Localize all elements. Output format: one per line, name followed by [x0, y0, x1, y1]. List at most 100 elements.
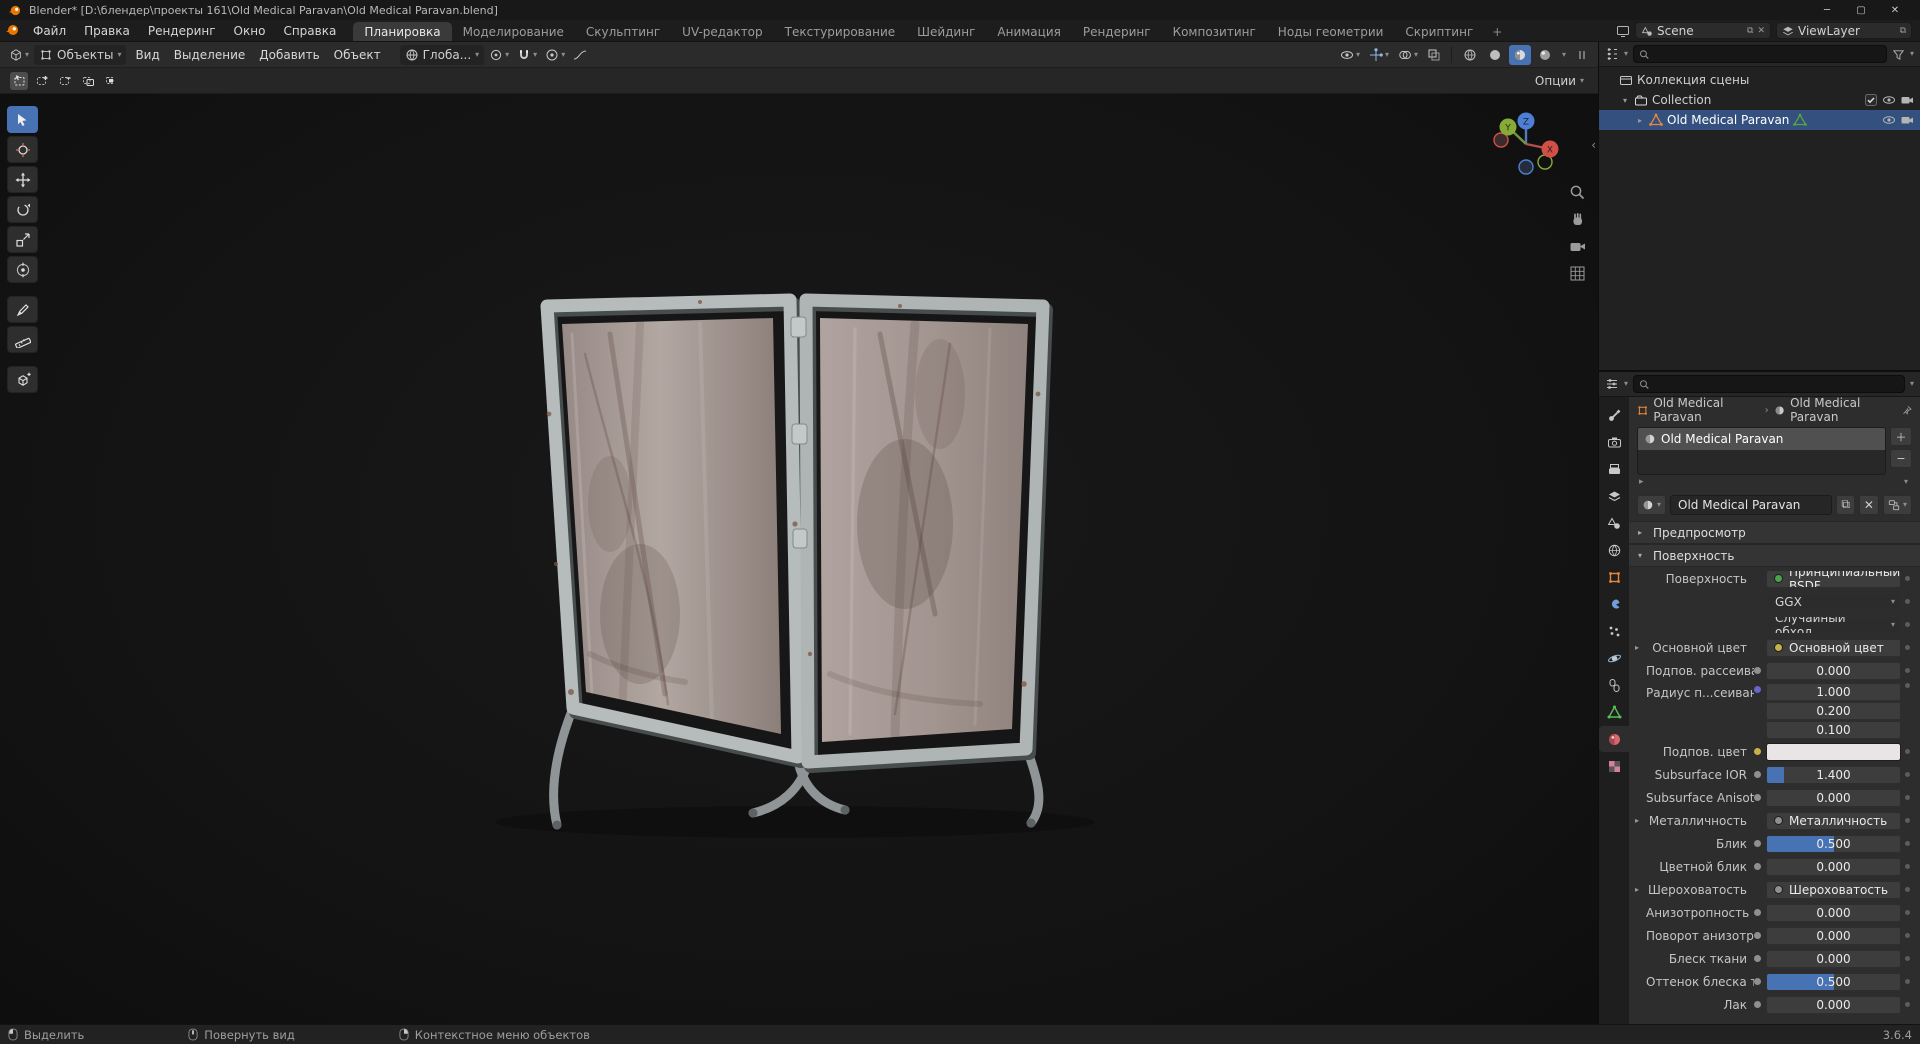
workspace-tab[interactable]: Скульптинг: [575, 22, 671, 41]
blender-menu-button[interactable]: [0, 20, 24, 40]
number-field[interactable]: 0.000: [1766, 949, 1901, 968]
disclosure-arrow[interactable]: ▸: [1635, 116, 1645, 125]
object-type-visibility-dropdown[interactable]: ▾: [1337, 45, 1363, 65]
viewport-menu[interactable]: Объект: [327, 48, 388, 62]
mode-dropdown[interactable]: Объекты ▾: [34, 44, 127, 65]
number-field[interactable]: 0.000: [1766, 995, 1901, 1014]
select-mode-intersect-button[interactable]: [102, 72, 120, 90]
dropdown-field[interactable]: Случайный обход ▾: [1766, 615, 1901, 634]
3d-viewport[interactable]: Z X Y ‹: [0, 94, 1598, 1024]
properties-tab-output[interactable]: [1599, 456, 1629, 482]
tool-cursor[interactable]: [7, 136, 38, 163]
decorator-dot[interactable]: [1901, 956, 1914, 961]
camera-icon[interactable]: [1900, 93, 1914, 107]
decorator-dot[interactable]: [1901, 622, 1914, 627]
properties-tab-scene[interactable]: [1599, 510, 1629, 536]
tool-scale[interactable]: [7, 226, 38, 253]
outliner-editor-icon[interactable]: [1605, 47, 1619, 61]
sidebar-collapse-arrow[interactable]: ‹: [1591, 138, 1596, 152]
linked-input-button[interactable]: Основной цвет: [1766, 638, 1901, 657]
eye-icon[interactable]: [1882, 93, 1896, 107]
number-field[interactable]: 0.200: [1766, 702, 1901, 720]
slider-field[interactable]: 1.400: [1766, 765, 1901, 784]
workspace-tab[interactable]: Скриптинг: [1394, 22, 1484, 41]
decorator-dot[interactable]: [1901, 818, 1914, 823]
decorator-dot[interactable]: [1901, 841, 1914, 846]
tool-measure[interactable]: [7, 326, 38, 353]
zoom-icon[interactable]: [1569, 184, 1586, 201]
properties-tab-constraints[interactable]: [1599, 672, 1629, 698]
minimize-button[interactable]: ─: [1810, 5, 1844, 16]
snapping-dropdown[interactable]: ▾: [514, 45, 540, 65]
properties-editor-icon[interactable]: [1605, 377, 1619, 391]
tool-select-box[interactable]: [7, 106, 38, 133]
material-slot-row[interactable]: Old Medical Paravan: [1638, 428, 1885, 450]
viewport-menu[interactable]: Вид: [128, 48, 166, 62]
topbar-menu[interactable]: Файл: [24, 20, 75, 41]
add-slot-button[interactable]: ＋: [1890, 427, 1912, 446]
properties-tab-modifiers[interactable]: [1599, 591, 1629, 617]
tool-options-dropdown[interactable]: Опции ▾: [1535, 74, 1588, 88]
eye-icon[interactable]: [1882, 113, 1896, 127]
decorator-dot[interactable]: [1901, 795, 1914, 800]
properties-tab-particles[interactable]: [1599, 618, 1629, 644]
select-mode-new-button[interactable]: [10, 71, 28, 90]
panel-surface[interactable]: ▾ Поверхность: [1629, 544, 1920, 567]
shading-wireframe-button[interactable]: [1459, 45, 1481, 65]
tool-add-cube[interactable]: [7, 366, 38, 393]
camera-view-icon[interactable]: [1569, 238, 1586, 255]
decorator-dot[interactable]: [1901, 933, 1914, 938]
outliner-row[interactable]: ▾ Collection: [1599, 90, 1920, 110]
new-scene-icon[interactable]: ⧉: [1747, 26, 1753, 36]
material-slot-list[interactable]: Old Medical Paravan: [1637, 427, 1886, 475]
scene-selector[interactable]: Scene ⧉ ✕: [1635, 22, 1771, 39]
ortho-grid-icon[interactable]: [1569, 265, 1586, 282]
workspace-tab[interactable]: Шейдинг: [906, 22, 986, 41]
breadcrumb-object[interactable]: Old Medical Paravan: [1653, 397, 1759, 424]
editor-type-dropdown[interactable]: ▾: [6, 45, 32, 65]
decorator-dot[interactable]: [1901, 576, 1914, 581]
dropdown-field[interactable]: GGX ▾: [1766, 592, 1901, 611]
material-nodes-button[interactable]: ▾: [1882, 494, 1912, 515]
falloff-curve-icon[interactable]: [570, 45, 590, 65]
outliner-row[interactable]: ▸ Old Medical Paravan: [1599, 110, 1920, 130]
workspace-tab[interactable]: Анимация: [986, 22, 1071, 41]
tool-move[interactable]: [7, 166, 38, 193]
disclosure-arrow[interactable]: ▾: [1620, 96, 1630, 105]
outliner-search[interactable]: [1633, 45, 1887, 63]
properties-tab-render[interactable]: [1599, 429, 1629, 455]
transform-orientation-dropdown[interactable]: Глоба... ▾: [399, 44, 485, 65]
number-field[interactable]: 1.000: [1766, 683, 1901, 701]
properties-tab-view-layer[interactable]: [1599, 483, 1629, 509]
decorator-dot[interactable]: [1901, 683, 1914, 688]
expander-icon[interactable]: ▸: [1639, 477, 1644, 487]
viewport-menu[interactable]: Добавить: [252, 48, 326, 62]
properties-tab-tool[interactable]: [1599, 402, 1629, 428]
properties-tab-physics[interactable]: [1599, 645, 1629, 671]
number-field[interactable]: 0.000: [1766, 857, 1901, 876]
properties-tab-world[interactable]: [1599, 537, 1629, 563]
slider-field[interactable]: 0.500: [1766, 834, 1901, 853]
expander-icon[interactable]: ▸: [1635, 885, 1646, 894]
properties-tab-material[interactable]: [1599, 726, 1629, 752]
xray-toggle[interactable]: [1424, 45, 1444, 65]
properties-tab-texture[interactable]: [1599, 753, 1629, 779]
number-field[interactable]: 0.000: [1766, 788, 1901, 807]
slot-specials-icon[interactable]: ▾: [1904, 478, 1908, 486]
shading-material-button[interactable]: [1508, 44, 1531, 65]
topbar-menu[interactable]: Правка: [75, 20, 139, 41]
number-field[interactable]: 0.100: [1766, 721, 1901, 739]
pan-hand-icon[interactable]: [1569, 211, 1586, 228]
outliner-row[interactable]: Коллекция сцены: [1599, 70, 1920, 90]
chevron-down-icon[interactable]: ▾: [1624, 50, 1628, 58]
linked-input-button[interactable]: Шероховатость: [1766, 880, 1901, 899]
properties-tab-data[interactable]: [1599, 699, 1629, 725]
remove-slot-button[interactable]: −: [1890, 449, 1912, 468]
checkbox-icon[interactable]: [1864, 93, 1878, 107]
workspace-tab[interactable]: Композитинг: [1162, 22, 1267, 41]
decorator-dot[interactable]: [1901, 1002, 1914, 1007]
duplicate-material-button[interactable]: ⧉: [1836, 494, 1855, 515]
decorator-dot[interactable]: [1901, 749, 1914, 754]
tool-transform[interactable]: [7, 256, 38, 283]
shading-solid-button[interactable]: [1484, 45, 1506, 65]
